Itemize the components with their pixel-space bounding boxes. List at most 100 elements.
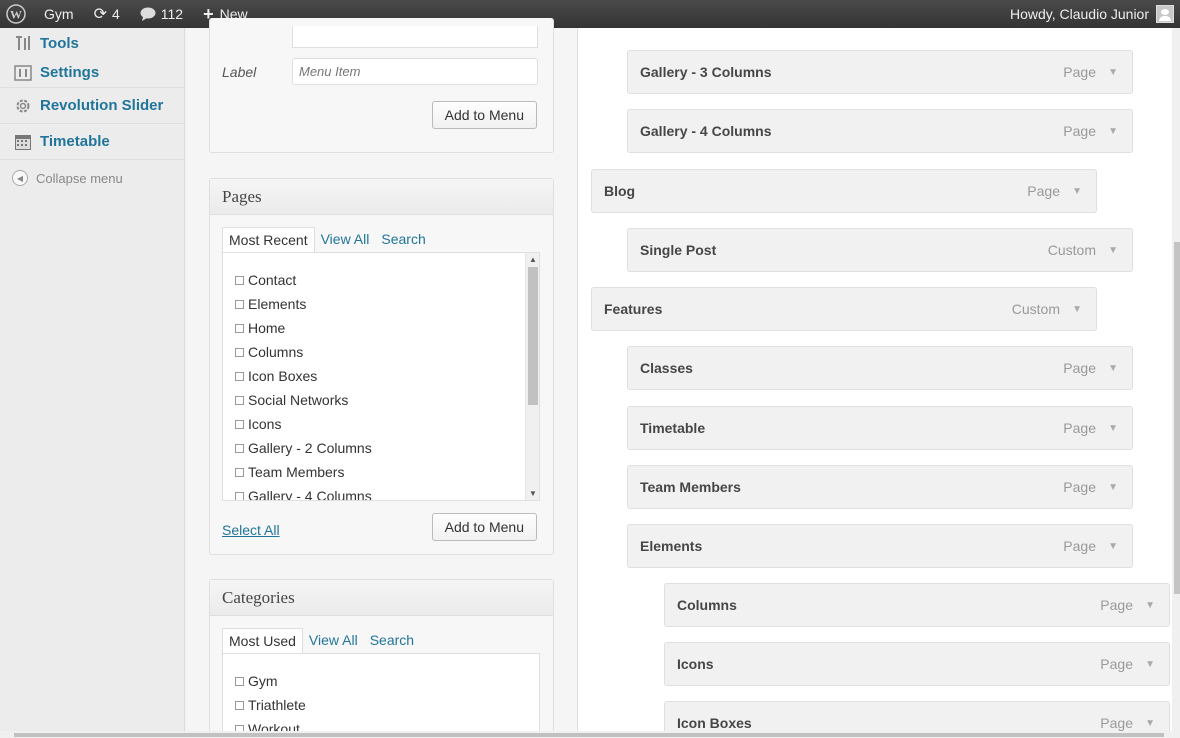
list-item-label: Triathlete: [248, 697, 306, 713]
expand-arrow-icon[interactable]: ▼: [1072, 186, 1082, 197]
list-item-label: Home: [248, 320, 286, 336]
menu-item-type: Page: [1100, 656, 1133, 672]
list-item[interactable]: Contact: [223, 268, 539, 292]
avatar: [1156, 5, 1174, 23]
menu-structure-item[interactable]: Team Members Page ▼: [627, 465, 1133, 509]
checkbox[interactable]: [235, 347, 244, 357]
menu-item-tools[interactable]: Tools: [0, 28, 184, 58]
list-item[interactable]: Columns: [223, 340, 539, 364]
scrollbar-thumb[interactable]: [528, 267, 538, 405]
menu-item-type: Custom: [1011, 301, 1060, 317]
menu-item-type: Page: [1063, 123, 1096, 139]
menu-structure-item[interactable]: Single Post Custom ▼: [627, 228, 1133, 272]
scroll-down-icon[interactable]: ▼: [526, 489, 539, 498]
add-pages-button[interactable]: Add to Menu: [431, 513, 537, 541]
checkbox[interactable]: [235, 275, 244, 285]
menu-item-revolution-slider[interactable]: Revolution Slider: [0, 88, 184, 124]
list-item[interactable]: Gallery - 2 Columns: [223, 436, 539, 460]
tab-view-all[interactable]: View All: [303, 628, 364, 654]
expand-arrow-icon[interactable]: ▼: [1108, 126, 1118, 137]
list-item[interactable]: Team Members: [223, 460, 539, 484]
select-all-link[interactable]: Select All: [222, 522, 280, 538]
add-custom-link-button[interactable]: Add to Menu: [431, 101, 537, 129]
scrollbar-thumb[interactable]: [1174, 242, 1180, 594]
menu-structure-item[interactable]: Classes Page ▼: [627, 346, 1133, 390]
list-item[interactable]: Elements: [223, 292, 539, 316]
checkbox[interactable]: [235, 467, 244, 477]
collapse-menu-button[interactable]: ◀ Collapse menu: [0, 160, 184, 196]
expand-arrow-icon[interactable]: ▼: [1108, 245, 1118, 256]
custom-links-box: Label Add to Menu: [209, 18, 554, 153]
expand-arrow-icon[interactable]: ▼: [1108, 541, 1118, 552]
pages-list-scrollbar[interactable]: ▲ ▼: [525, 253, 539, 500]
menu-item-title: Icons: [677, 656, 714, 672]
expand-arrow-icon[interactable]: ▼: [1145, 600, 1155, 611]
tab-most-used[interactable]: Most Used: [222, 628, 303, 654]
checkbox[interactable]: [235, 419, 244, 429]
menu-item-title: Single Post: [640, 242, 717, 258]
menu-structure-item[interactable]: Gallery - 4 Columns Page ▼: [627, 109, 1133, 153]
menu-item-title: Columns: [677, 597, 737, 613]
page-horizontal-scrollbar[interactable]: [0, 731, 1172, 738]
list-item-label: Gallery - 4 Columns: [248, 488, 372, 501]
list-item[interactable]: Social Networks: [223, 388, 539, 412]
my-account-link[interactable]: Howdy, Claudio Junior: [1000, 0, 1180, 28]
list-item[interactable]: Triathlete: [223, 693, 539, 717]
expand-arrow-icon[interactable]: ▼: [1108, 363, 1118, 374]
updates-count: 4: [111, 6, 120, 22]
checkbox[interactable]: [235, 395, 244, 405]
checkbox[interactable]: [235, 491, 244, 500]
list-item[interactable]: Gym: [223, 669, 539, 693]
menu-item-title: Classes: [640, 360, 693, 376]
list-item-label: Elements: [248, 296, 307, 312]
menu-structure-item[interactable]: Elements Page ▼: [627, 524, 1133, 568]
menu-structure-item[interactable]: Features Custom ▼: [591, 287, 1097, 331]
menu-label-revolution-slider: Revolution Slider: [40, 97, 164, 114]
expand-arrow-icon[interactable]: ▼: [1108, 482, 1118, 493]
list-item[interactable]: Gallery - 4 Columns: [223, 484, 539, 501]
checkbox[interactable]: [235, 299, 244, 309]
categories-tabs: Most Used View All Search: [222, 628, 420, 654]
tab-search[interactable]: Search: [375, 227, 431, 253]
comments-link[interactable]: 112: [130, 0, 193, 28]
checkbox[interactable]: [235, 700, 244, 710]
collapse-arrow-icon: ◀: [12, 170, 28, 186]
page-vertical-scrollbar[interactable]: [1172, 28, 1180, 738]
categories-box-title: Categories: [210, 580, 553, 616]
menu-item-type: Page: [1100, 715, 1133, 731]
menu-structure-item[interactable]: Columns Page ▼: [664, 583, 1170, 627]
menu-item-type: Custom: [1047, 242, 1096, 258]
checkbox[interactable]: [235, 443, 244, 453]
label-field[interactable]: [292, 58, 538, 85]
updates-link[interactable]: ⟳ 4: [84, 0, 130, 28]
tab-view-all[interactable]: View All: [315, 227, 376, 253]
expand-arrow-icon[interactable]: ▼: [1108, 67, 1118, 78]
expand-arrow-icon[interactable]: ▼: [1145, 659, 1155, 670]
menu-item-timetable[interactable]: Timetable: [0, 124, 184, 160]
expand-arrow-icon[interactable]: ▼: [1145, 718, 1155, 729]
site-name-link[interactable]: Gym: [34, 0, 84, 28]
menu-label-timetable: Timetable: [40, 133, 110, 150]
menu-structure-item[interactable]: Gallery - 3 Columns Page ▼: [627, 50, 1133, 94]
tab-search[interactable]: Search: [364, 628, 420, 654]
wordpress-logo-icon[interactable]: W: [0, 0, 34, 28]
menu-item-settings[interactable]: Settings: [0, 58, 184, 88]
checkbox[interactable]: [235, 371, 244, 381]
menu-structure-item[interactable]: Timetable Page ▼: [627, 406, 1133, 450]
list-item[interactable]: Icon Boxes: [223, 364, 539, 388]
list-item[interactable]: Home: [223, 316, 539, 340]
menu-item-type: Page: [1063, 479, 1096, 495]
expand-arrow-icon[interactable]: ▼: [1072, 304, 1082, 315]
menu-structure-item[interactable]: Icons Page ▼: [664, 642, 1170, 686]
scroll-up-icon[interactable]: ▲: [526, 255, 539, 264]
calendar-icon: [12, 133, 34, 151]
menu-structure-item[interactable]: Blog Page ▼: [591, 169, 1097, 213]
tab-most-recent[interactable]: Most Recent: [222, 227, 315, 253]
comments-count: 112: [160, 6, 184, 22]
checkbox[interactable]: [235, 323, 244, 333]
checkbox[interactable]: [235, 676, 244, 686]
url-field[interactable]: [292, 26, 538, 48]
list-item[interactable]: Icons: [223, 412, 539, 436]
scrollbar-thumb[interactable]: [14, 733, 1164, 737]
expand-arrow-icon[interactable]: ▼: [1108, 423, 1118, 434]
